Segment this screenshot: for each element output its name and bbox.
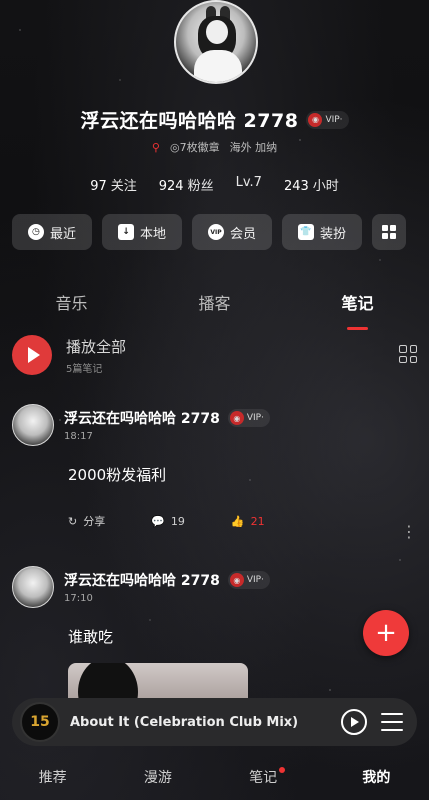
share-button[interactable]: ↻ 分享 [68, 513, 105, 529]
song-title[interactable]: About It (Celebration Club Mix) [70, 715, 341, 730]
grid-icon [382, 225, 396, 239]
profile-stats: 97 关注 924 粉丝 Lv.7 243 小时 [0, 175, 429, 194]
note-card[interactable]: 浮云还在吗哈哈哈 2778 ◉ VIP· 17:10 谁敢吃 [12, 566, 417, 719]
stat-follow[interactable]: 97 关注 [90, 175, 137, 194]
key-icon: ⚲ [151, 140, 160, 154]
nav-notes[interactable]: 笔记 [249, 767, 286, 787]
nav-recommend[interactable]: 推荐 [39, 767, 67, 787]
quick-button-vip[interactable]: VIP 会员 [192, 214, 272, 250]
play-pause-button[interactable] [341, 709, 367, 735]
shirt-icon: 👕 [297, 224, 314, 240]
profile-screen: 浮云还在吗哈哈哈 2778 ◉ VIP· ⚲ ◎7枚徽章 海外 加纳 97 关注 … [0, 0, 429, 800]
comment-icon: 💬 [151, 514, 165, 528]
note-vip-badge: ◉ VIP· [227, 409, 270, 427]
download-icon: ↓ [117, 224, 134, 240]
play-all-row: 播放全部 5篇笔记 [12, 333, 417, 377]
play-all-button[interactable] [12, 335, 52, 375]
playlist-icon[interactable] [381, 713, 403, 731]
location: 海外 加纳 [229, 141, 278, 154]
stat-level[interactable]: Lv.7 [236, 175, 262, 194]
vip-icon: VIP [207, 224, 224, 240]
share-icon: ↻ [68, 514, 78, 528]
album-cover[interactable]: 15 [20, 702, 60, 742]
quick-button-recent[interactable]: ◷ 最近 [12, 214, 92, 250]
play-all-subtitle: 5篇笔记 [66, 363, 103, 375]
note-vip-badge: ◉ VIP· [227, 571, 270, 589]
note-time: 17:10 [64, 593, 93, 604]
profile-name: 浮云还在吗哈哈哈 2778 [80, 110, 299, 132]
like-button[interactable]: 👍 21 [231, 515, 265, 528]
bottom-nav: 推荐 漫游 笔记 我的 [0, 754, 429, 800]
notification-dot [279, 767, 286, 773]
profile-name-row: 浮云还在吗哈哈哈 2778 ◉ VIP· [0, 106, 429, 133]
more-grid-button[interactable] [372, 214, 406, 250]
nav-roam[interactable]: 漫游 [144, 767, 172, 787]
layout-grid-icon[interactable] [399, 345, 417, 363]
thumbs-up-icon: 👍 [230, 514, 245, 528]
clock-icon: ◷ [27, 224, 44, 240]
vip-badge[interactable]: ◉ VIP· [306, 110, 349, 129]
quick-buttons: ◷ 最近 ↓ 本地 VIP 会员 👕 装扮 [12, 214, 417, 250]
more-options-icon[interactable]: ⋮ [401, 522, 417, 541]
vip-label: VIP· [325, 114, 343, 125]
note-author[interactable]: 浮云还在吗哈哈哈 2778 [64, 570, 220, 590]
quick-button-dress[interactable]: 👕 装扮 [282, 214, 362, 250]
stat-fans[interactable]: 924 粉丝 [159, 175, 214, 194]
note-author-avatar[interactable] [12, 566, 54, 608]
vip-disc-icon: ◉ [229, 411, 244, 425]
tab-music[interactable]: 音乐 [55, 290, 87, 320]
note-author-avatar[interactable] [12, 404, 54, 446]
nav-mine[interactable]: 我的 [362, 767, 390, 787]
mini-player[interactable]: 15 About It (Celebration Club Mix) [12, 698, 417, 746]
profile-meta: ⚲ ◎7枚徽章 海外 加纳 [0, 139, 429, 155]
tab-notes[interactable]: 笔记 [341, 290, 374, 330]
note-time: 18:17 [64, 431, 93, 442]
note-text: 2000粉发福利 [68, 466, 167, 484]
profile-avatar[interactable] [174, 0, 258, 84]
note-card[interactable]: 浮云还在吗哈哈哈 2778 ◉ VIP· 18:17 2000粉发福利 ↻ 分享 … [12, 404, 417, 541]
badge-count[interactable]: ◎7枚徽章 [170, 139, 220, 155]
note-author[interactable]: 浮云还在吗哈哈哈 2778 [64, 408, 220, 428]
stat-hours: 243 小时 [283, 179, 339, 194]
vip-disc-icon: ◉ [308, 112, 323, 127]
play-all-title[interactable]: 播放全部 [66, 336, 126, 357]
vip-disc-icon: ◉ [229, 573, 244, 587]
quick-button-local[interactable]: ↓ 本地 [102, 214, 182, 250]
comment-button[interactable]: 💬 19 [151, 515, 185, 528]
tab-podcast[interactable]: 播客 [198, 290, 230, 320]
add-note-button[interactable]: + [363, 610, 409, 656]
content-tabs: 音乐 播客 笔记 [0, 290, 429, 330]
